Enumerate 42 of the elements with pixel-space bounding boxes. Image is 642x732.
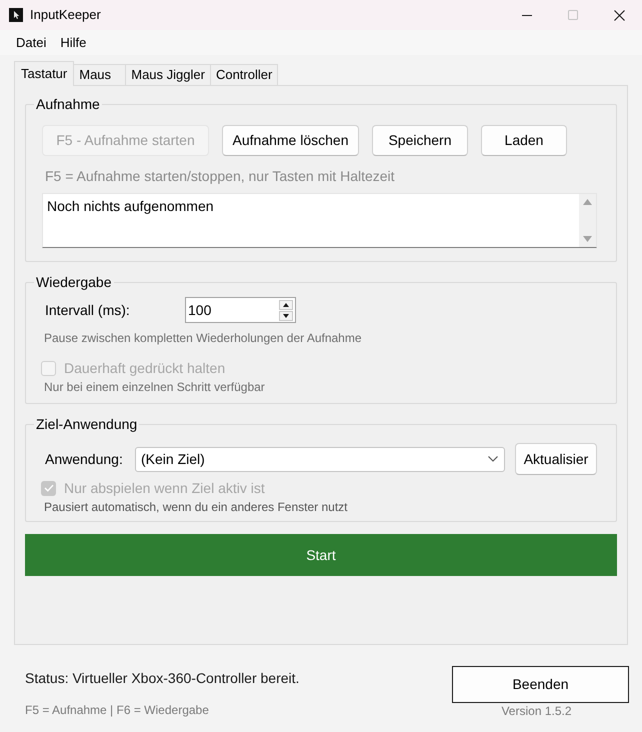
spin-down-button[interactable] (279, 310, 293, 320)
group-title: Ziel-Anwendung (35, 415, 138, 433)
triangle-down-icon (283, 314, 289, 318)
app-icon (9, 8, 23, 22)
check-icon (44, 484, 54, 492)
checkbox-label: Dauerhaft gedrückt halten (64, 358, 226, 378)
scrollbar[interactable] (579, 194, 596, 247)
application-dropdown[interactable]: (Kein Ziel) (135, 446, 505, 472)
scroll-up-icon[interactable] (583, 199, 592, 205)
tab[interactable]: Tastatur (14, 61, 74, 86)
minimize-icon (522, 14, 532, 16)
triangle-up-icon (283, 302, 289, 306)
maximize-icon (568, 10, 578, 20)
scroll-down-icon[interactable] (583, 236, 592, 242)
hold-hint: Nur bei einem einzelnen Schritt verfügbar (44, 380, 266, 394)
quit-button[interactable]: Beenden (452, 666, 629, 703)
tab[interactable]: Maus Jiggler (125, 64, 211, 85)
application-label: Anwendung: (45, 450, 124, 469)
window-title: InputKeeper (30, 6, 101, 24)
spin-up-button[interactable] (279, 300, 293, 310)
save-button[interactable]: Speichern (372, 125, 468, 156)
only-active-hint: Pausiert automatisch, wenn du ein anderes Fenster nutzt (44, 500, 349, 514)
recording-hint: F5 = Aufnahme starten/stoppen, nur Tasten mit Haltezeit (45, 168, 396, 184)
refresh-button[interactable]: Aktualisier (515, 443, 597, 475)
recording-log-field[interactable]: Noch nichts aufgenommen (42, 193, 597, 248)
close-icon (614, 10, 624, 20)
start-button[interactable]: Start (25, 534, 617, 576)
checkbox-label: Nur abspielen wenn Ziel aktiv ist (64, 478, 265, 498)
status-text: Status: Virtueller Xbox-360-Controller bereit. (25, 669, 300, 687)
chevron-down-icon (488, 456, 498, 462)
load-button[interactable]: Laden (481, 125, 567, 156)
shortcuts-hint: F5 = Aufnahme | F6 = Wiedergabe (25, 703, 210, 717)
interval-hint: Pause zwischen kompletten Wiederholungen der Aufnahme (44, 331, 363, 345)
group-title: Aufnahme (35, 95, 101, 113)
tab[interactable]: Controller (210, 64, 278, 85)
menu-item[interactable]: Hilfe (53, 34, 94, 52)
interval-label: Intervall (ms): (45, 300, 131, 320)
version-text: Version 1.5.2 (501, 704, 572, 718)
group-title: Wiedergabe (35, 273, 112, 291)
clear-recording-button[interactable]: Aufnahme löschen (222, 125, 359, 156)
menu-item[interactable]: Datei (9, 34, 54, 52)
interval-spinbox[interactable]: 100 (185, 297, 296, 323)
